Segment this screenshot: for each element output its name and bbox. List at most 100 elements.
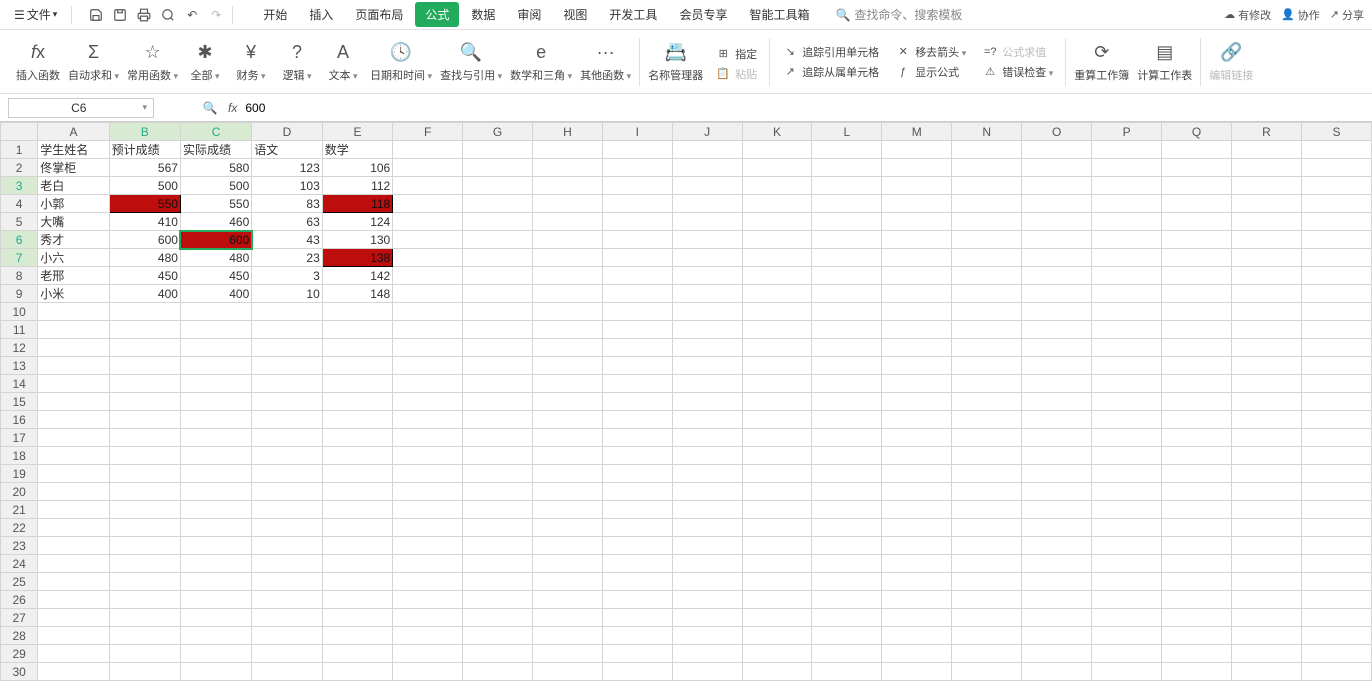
cell-F7[interactable] [393,249,463,267]
cell-D1[interactable]: 语文 [252,141,322,159]
cell-I6[interactable] [602,231,672,249]
cell-F27[interactable] [393,609,463,627]
cell-B22[interactable] [109,519,180,537]
row-header-23[interactable]: 23 [1,537,38,555]
cell-N30[interactable] [952,663,1022,681]
cell-L7[interactable] [812,249,882,267]
cell-P12[interactable] [1092,339,1162,357]
cell-S20[interactable] [1301,483,1371,501]
cell-I5[interactable] [602,213,672,231]
cell-A17[interactable] [38,429,109,447]
cell-G25[interactable] [463,573,533,591]
cell-H18[interactable] [533,447,603,465]
cell-D5[interactable]: 63 [252,213,322,231]
cell-A23[interactable] [38,537,109,555]
cell-P14[interactable] [1092,375,1162,393]
cell-D10[interactable] [252,303,322,321]
cell-I21[interactable] [602,501,672,519]
cell-K26[interactable] [742,591,812,609]
cell-M29[interactable] [882,645,952,663]
cell-F11[interactable] [393,321,463,339]
cell-C30[interactable] [180,663,251,681]
cell-Q6[interactable] [1162,231,1232,249]
cell-Q13[interactable] [1162,357,1232,375]
cell-H17[interactable] [533,429,603,447]
cell-B17[interactable] [109,429,180,447]
cell-L13[interactable] [812,357,882,375]
cell-H26[interactable] [533,591,603,609]
undo-icon[interactable]: ↶ [184,7,200,23]
cell-D14[interactable] [252,375,322,393]
cell-I28[interactable] [602,627,672,645]
col-header-C[interactable]: C [180,123,251,141]
cell-Q18[interactable] [1162,447,1232,465]
cell-B29[interactable] [109,645,180,663]
cell-D25[interactable] [252,573,322,591]
cell-H13[interactable] [533,357,603,375]
cell-H25[interactable] [533,573,603,591]
cell-K25[interactable] [742,573,812,591]
cell-N21[interactable] [952,501,1022,519]
define-name-button[interactable]: ⊞指定 [711,45,761,63]
cell-E21[interactable] [322,501,392,519]
cell-R26[interactable] [1232,591,1302,609]
cell-B6[interactable]: 600 [109,231,180,249]
cell-M11[interactable] [882,321,952,339]
cell-Q9[interactable] [1162,285,1232,303]
row-header-10[interactable]: 10 [1,303,38,321]
cell-M16[interactable] [882,411,952,429]
cell-N9[interactable] [952,285,1022,303]
cell-N5[interactable] [952,213,1022,231]
cell-N1[interactable] [952,141,1022,159]
cell-G7[interactable] [463,249,533,267]
cell-L25[interactable] [812,573,882,591]
cell-S12[interactable] [1301,339,1371,357]
cell-J29[interactable] [672,645,742,663]
cell-Q25[interactable] [1162,573,1232,591]
cell-Q21[interactable] [1162,501,1232,519]
cell-R3[interactable] [1232,177,1302,195]
cell-P3[interactable] [1092,177,1162,195]
col-header-E[interactable]: E [322,123,392,141]
cell-H23[interactable] [533,537,603,555]
cell-J8[interactable] [672,267,742,285]
logic-fn-button[interactable]: ?逻辑 [278,41,316,83]
row-header-16[interactable]: 16 [1,411,38,429]
cell-M2[interactable] [882,159,952,177]
cell-M3[interactable] [882,177,952,195]
cell-I15[interactable] [602,393,672,411]
cell-F29[interactable] [393,645,463,663]
cell-G10[interactable] [463,303,533,321]
cell-O30[interactable] [1022,663,1092,681]
row-header-4[interactable]: 4 [1,195,38,213]
cell-M15[interactable] [882,393,952,411]
cell-I17[interactable] [602,429,672,447]
recalc-workbook-button[interactable]: ⟳重算工作簿 [1074,41,1129,83]
cell-A2[interactable]: 佟掌柜 [38,159,109,177]
tab-3[interactable]: 公式 [415,2,459,27]
cell-K4[interactable] [742,195,812,213]
cell-N22[interactable] [952,519,1022,537]
cell-L23[interactable] [812,537,882,555]
cell-I19[interactable] [602,465,672,483]
cell-F30[interactable] [393,663,463,681]
cell-P21[interactable] [1092,501,1162,519]
cell-N16[interactable] [952,411,1022,429]
cell-L5[interactable] [812,213,882,231]
cell-A26[interactable] [38,591,109,609]
cell-D2[interactable]: 123 [252,159,322,177]
cell-G9[interactable] [463,285,533,303]
cell-D9[interactable]: 10 [252,285,322,303]
cell-R16[interactable] [1232,411,1302,429]
cell-C24[interactable] [180,555,251,573]
cell-N29[interactable] [952,645,1022,663]
cell-C14[interactable] [180,375,251,393]
redo-icon[interactable]: ↷ [208,7,224,23]
cell-Q22[interactable] [1162,519,1232,537]
cell-B26[interactable] [109,591,180,609]
col-header-Q[interactable]: Q [1162,123,1232,141]
spreadsheet-grid[interactable]: ABCDEFGHIJKLMNOPQRS1学生姓名预计成绩实际成绩语文数学2佟掌柜… [0,122,1372,700]
cell-A21[interactable] [38,501,109,519]
cell-O3[interactable] [1022,177,1092,195]
cell-H3[interactable] [533,177,603,195]
